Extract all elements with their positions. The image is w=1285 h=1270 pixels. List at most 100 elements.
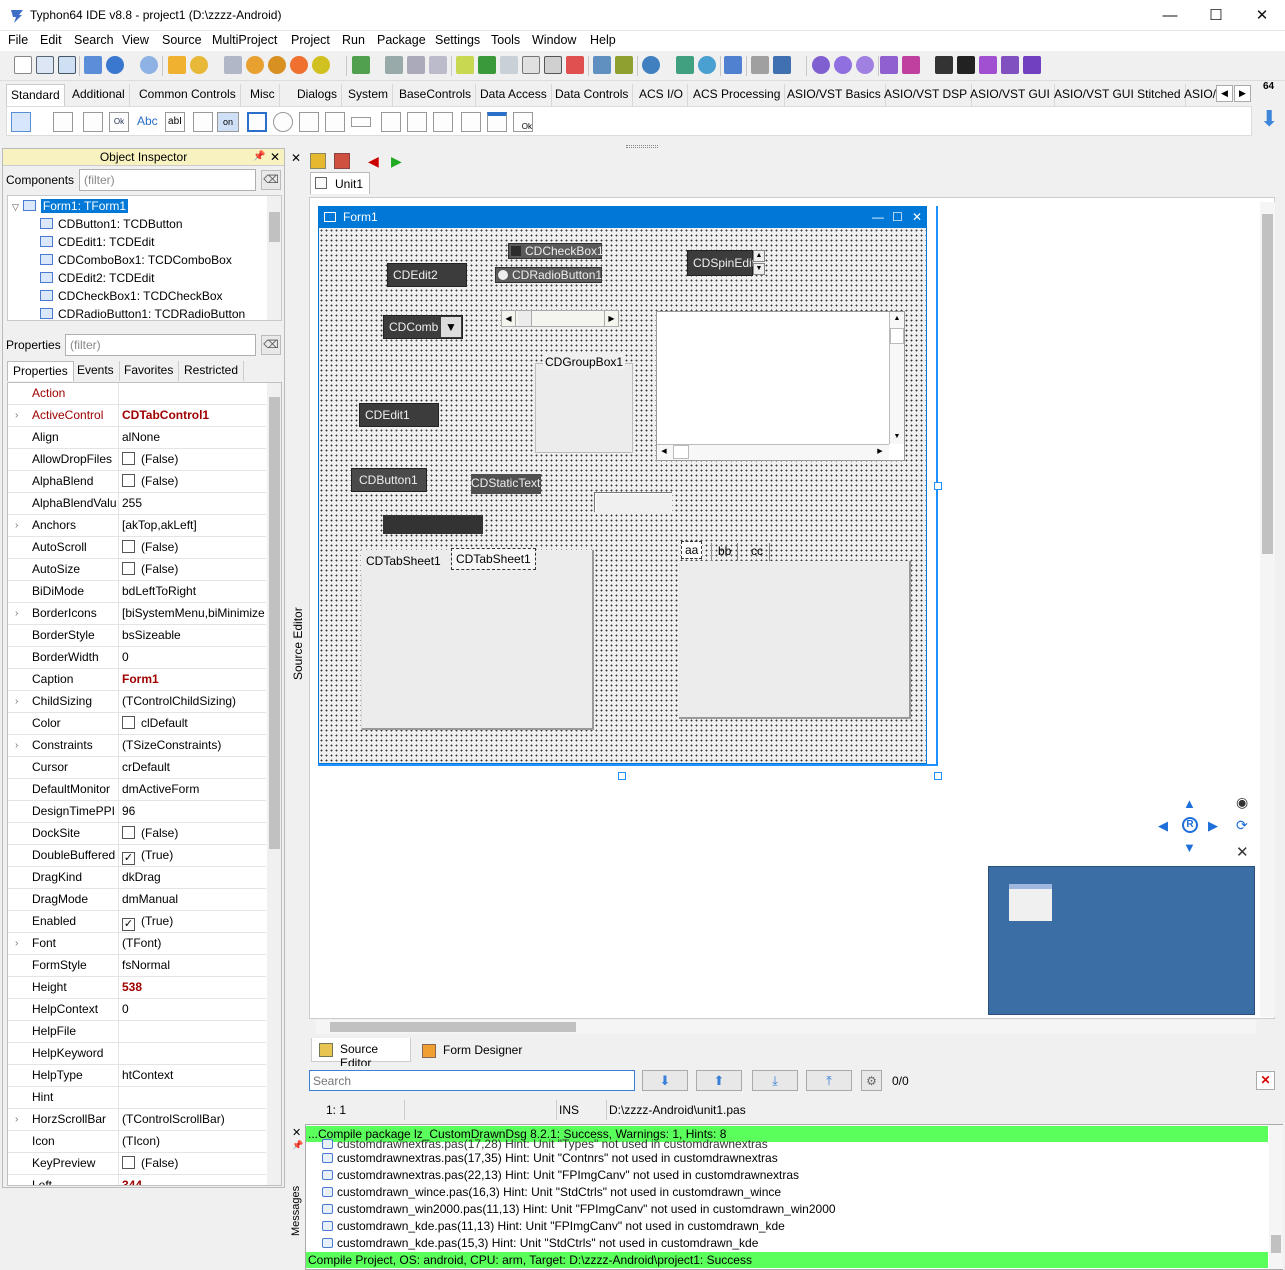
tab-asio-vst-basics[interactable]: ASIO/VST Basics: [783, 84, 886, 106]
property-value[interactable]: (TFont): [122, 933, 266, 954]
gear2-icon[interactable]: [834, 56, 852, 74]
property-row-formstyle[interactable]: FormStyle fsNormal: [8, 955, 266, 977]
frame-icon[interactable]: [487, 112, 507, 132]
form-preview-minimap[interactable]: [988, 866, 1255, 1015]
tab-form-designer[interactable]: Form Designer: [415, 1040, 525, 1062]
messages-footer[interactable]: Compile Project, OS: android, CPU: arm, …: [306, 1252, 1268, 1268]
debug-run-icon[interactable]: [902, 56, 920, 74]
property-value[interactable]: fsNormal: [122, 955, 266, 976]
tree-row-cdradiobutton1[interactable]: CDRadioButton1: TCDRadioButton: [40, 305, 245, 320]
toggle-form-unit-icon[interactable]: [310, 153, 326, 169]
package4-icon[interactable]: [312, 56, 330, 74]
property-row-font[interactable]: › Font (TFont): [8, 933, 266, 955]
cdtrackbar[interactable]: [594, 492, 672, 512]
property-value[interactable]: (TSizeConstraints): [122, 735, 266, 756]
cdcheckbox1[interactable]: CDCheckBox1: [508, 243, 604, 259]
find-first-icon[interactable]: ⤒: [806, 1070, 852, 1091]
listbox-icon[interactable]: [299, 112, 319, 132]
open-icon[interactable]: [84, 56, 102, 74]
property-row-icon[interactable]: Icon (TIcon): [8, 1131, 266, 1153]
minimize-button[interactable]: —: [1147, 0, 1193, 31]
property-value[interactable]: (False): [122, 537, 266, 558]
form1[interactable]: Form1 — ☐ ✕ CDEdit2 CDCheckBox1 CDRadioB…: [318, 206, 927, 764]
save-as-icon[interactable]: [407, 56, 425, 74]
color-swatch[interactable]: [122, 716, 135, 729]
property-value[interactable]: 96: [122, 801, 266, 822]
cdspinedit[interactable]: CDSpinEdit: [687, 250, 755, 276]
new-file-icon[interactable]: [14, 56, 32, 74]
message-row[interactable]: customdrawnextras.pas(17,35) Hint: Unit …: [322, 1150, 778, 1167]
property-value[interactable]: bdLeftToRight: [122, 581, 266, 602]
property-value[interactable]: htContext: [122, 1065, 266, 1086]
pin-messages-icon[interactable]: 📌: [292, 1140, 303, 1151]
property-row-horzscrollbar[interactable]: › HorzScrollBar (TControlScrollBar): [8, 1109, 266, 1131]
property-row-anchors[interactable]: › Anchors [akTop,akLeft]: [8, 515, 266, 537]
gear3-icon[interactable]: [856, 56, 874, 74]
property-row-helpfile[interactable]: HelpFile: [8, 1021, 266, 1043]
cdedit2[interactable]: CDEdit2: [387, 263, 467, 287]
property-row-dragmode[interactable]: DragMode dmManual: [8, 889, 266, 911]
menu-search[interactable]: Search: [74, 33, 114, 47]
tab-asio-more[interactable]: ASIO/: [1180, 84, 1220, 106]
property-value[interactable]: ✓ (True): [122, 845, 266, 866]
property-row-color[interactable]: Color clDefault: [8, 713, 266, 735]
menu-tools[interactable]: Tools: [491, 33, 520, 47]
edit-icon[interactable]: [456, 56, 474, 74]
cdgroupbox1[interactable]: [535, 363, 633, 453]
property-row-action[interactable]: Action: [8, 383, 266, 405]
expand-chevron-icon[interactable]: ›: [15, 691, 18, 712]
close-button[interactable]: ✕: [1239, 0, 1285, 31]
property-value[interactable]: (TControlScrollBar): [122, 1109, 266, 1130]
property-row-keypreview[interactable]: KeyPreview (False): [8, 1153, 266, 1175]
message-row[interactable]: customdrawnextras.pas(22,13) Hint: Unit …: [322, 1167, 799, 1184]
property-value[interactable]: alNone: [122, 427, 266, 448]
designer-hscrollbar[interactable]: [316, 1020, 1256, 1034]
tab-scroll-left-icon[interactable]: ◀: [1216, 85, 1233, 102]
back-arrow-icon[interactable]: ◀: [368, 153, 379, 170]
tree-row-cdcheckbox1[interactable]: CDCheckBox1: TCDCheckBox: [40, 287, 223, 305]
tab-scroll-right-icon[interactable]: ▶: [1234, 85, 1251, 102]
tab-asio-vst-dsp[interactable]: ASIO/VST DSP: [880, 84, 973, 106]
menu-project[interactable]: Project: [291, 33, 330, 47]
tree-row-cdedit2[interactable]: CDEdit2: TCDEdit: [40, 269, 154, 287]
project-recent-icon[interactable]: [190, 56, 208, 74]
property-value[interactable]: 344: [122, 1175, 266, 1185]
tab-bb[interactable]: bb: [711, 543, 739, 561]
property-row-constraints[interactable]: › Constraints (TSizeConstraints): [8, 735, 266, 757]
tree-row-cdcombobox1[interactable]: CDComboBox1: TCDComboBox: [40, 251, 232, 269]
property-row-bordericons[interactable]: › BorderIcons [biSystemMenu,biMinimize: [8, 603, 266, 625]
property-value[interactable]: dmActiveForm: [122, 779, 266, 800]
property-value[interactable]: (TIcon): [122, 1131, 266, 1152]
togglebox-icon[interactable]: on: [217, 112, 239, 132]
tab-cc[interactable]: cc: [745, 543, 770, 561]
down-arrow-icon[interactable]: ⬇: [1260, 108, 1282, 130]
radiogroup-icon[interactable]: [407, 112, 427, 132]
message-row[interactable]: customdrawn_kde.pas(15,3) Hint: Unit "St…: [322, 1235, 758, 1252]
label-icon[interactable]: Abc: [137, 112, 158, 132]
book-icon[interactable]: [724, 56, 742, 74]
package2-icon[interactable]: [268, 56, 286, 74]
property-value[interactable]: 538: [122, 977, 266, 998]
combobox-icon[interactable]: [325, 112, 345, 132]
monitor-icon[interactable]: [773, 56, 791, 74]
nav-center-icon[interactable]: R: [1182, 817, 1198, 833]
expand-chevron-icon[interactable]: ›: [15, 1109, 18, 1130]
save-icon[interactable]: [385, 56, 403, 74]
gear-icon[interactable]: [812, 56, 830, 74]
checkbox-icon[interactable]: [122, 540, 135, 553]
expand-chevron-icon[interactable]: ›: [15, 405, 18, 426]
form-resize-edge-bottom[interactable]: [318, 764, 938, 766]
find-last-icon[interactable]: ⤓: [752, 1070, 798, 1091]
property-row-alphablend[interactable]: AlphaBlend (False): [8, 471, 266, 493]
property-row-helpcontext[interactable]: HelpContext 0: [8, 999, 266, 1021]
property-value[interactable]: (TControlChildSizing): [122, 691, 266, 712]
close-messages-icon[interactable]: ✕: [292, 1126, 301, 1139]
tab-restricted[interactable]: Restricted: [179, 361, 245, 381]
tab-data-access[interactable]: Data Access: [476, 84, 552, 106]
scrollbar-icon[interactable]: [351, 117, 371, 127]
menu-package[interactable]: Package: [377, 33, 426, 47]
property-row-borderwidth[interactable]: BorderWidth 0: [8, 647, 266, 669]
tab-source-editor[interactable]: Source Editor: [311, 1038, 411, 1070]
components-filter[interactable]: (filter): [79, 169, 256, 191]
properties-filter[interactable]: (filter): [65, 334, 256, 356]
